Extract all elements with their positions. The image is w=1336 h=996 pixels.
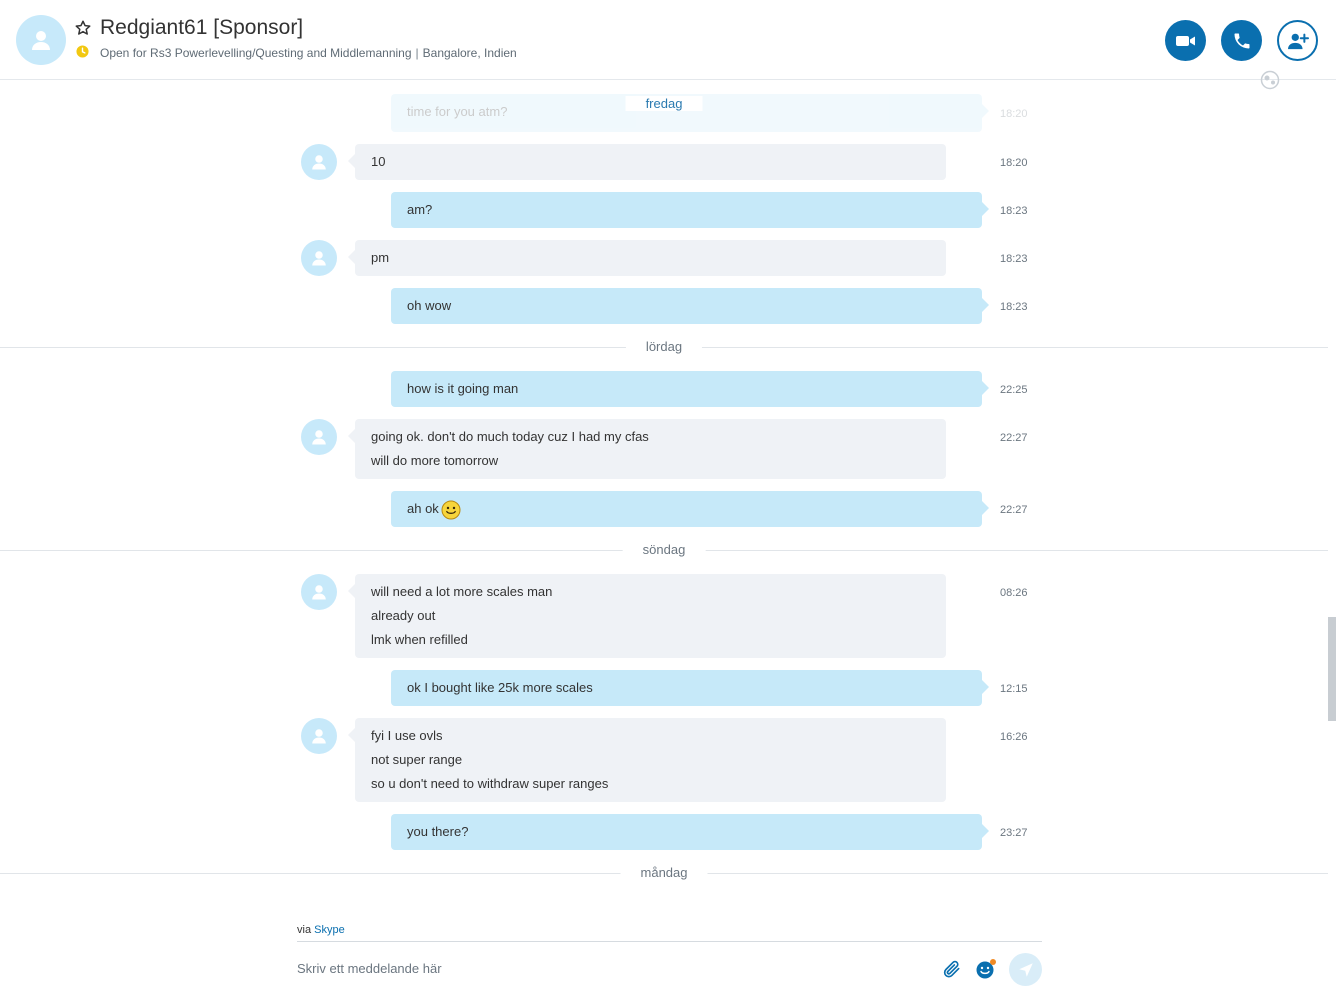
message-time: 18:23 [1000, 253, 1028, 265]
contact-name[interactable]: Redgiant61 [Sponsor] [100, 16, 303, 40]
emoticon-button[interactable] [975, 958, 997, 980]
voice-call-icon [1234, 33, 1249, 48]
message-text: ah ok [407, 501, 439, 516]
day-divider: söndag [0, 540, 1328, 560]
send-icon [1018, 962, 1033, 977]
message-bubble-outgoing[interactable]: oh wow [391, 288, 989, 324]
video-call-button[interactable] [1165, 20, 1206, 61]
message-text: not super range [371, 752, 463, 767]
voice-call-button[interactable] [1221, 20, 1262, 61]
avatar-icon [312, 430, 326, 445]
day-label: fredag [625, 96, 703, 111]
message-time: 22:27 [1000, 432, 1028, 444]
day-label: måndag [620, 865, 708, 880]
message-bubble-outgoing[interactable]: you there? [391, 814, 989, 850]
mood-separator: | [415, 46, 419, 60]
via-prefix: via [297, 924, 312, 936]
away-clock-icon [76, 45, 89, 58]
avatar-icon [32, 31, 50, 50]
mood-message: Open for Rs3 Powerlevelling/Questing and… [100, 46, 517, 60]
message-text: will need a lot more scales man [371, 584, 553, 599]
avatar-icon [312, 729, 326, 744]
message-time: 16:26 [1000, 731, 1028, 743]
message-text: so u don't need to withdraw super ranges [371, 776, 609, 791]
message-text: ok I bought like 25k more scales [407, 680, 593, 695]
message-time: 18:23 [1000, 205, 1028, 217]
message-time: 08:26 [1000, 587, 1028, 599]
message-bubble-incoming[interactable]: pm [348, 240, 946, 276]
message-bubble-outgoing[interactable]: am? [391, 192, 989, 228]
via-service[interactable]: Skype [314, 924, 345, 936]
message-time: 22:25 [1000, 384, 1028, 396]
add-contact-icon [1287, 33, 1309, 49]
day-label: lördag [625, 339, 703, 354]
message-bubble-outgoing[interactable]: ah ok [391, 491, 989, 527]
message-text: lmk when refilled [371, 632, 468, 647]
message-text: going ok. don't do much today cuz I had … [371, 429, 649, 444]
message-time: 12:15 [1000, 683, 1028, 695]
contact-location: Bangalore, Indien [422, 46, 517, 60]
message-time: 22:27 [1000, 504, 1028, 516]
sender-avatar[interactable] [301, 574, 337, 610]
message-text: 10 [371, 154, 386, 169]
sender-avatar[interactable] [301, 419, 337, 455]
message-input[interactable] [297, 955, 917, 981]
mood-text: Open for Rs3 Powerlevelling/Questing and… [100, 46, 412, 60]
message-text: you there? [407, 824, 469, 839]
message-text: how is it going man [407, 381, 519, 396]
sender-avatar[interactable] [301, 144, 337, 180]
avatar-icon [312, 585, 326, 600]
message-text: fyi I use ovls [371, 728, 443, 743]
avatar-icon [312, 155, 326, 170]
compose-divider [297, 941, 1042, 942]
message-bubble-incoming[interactable]: fyi I use ovls not super range so u don'… [348, 718, 946, 802]
scrollbar-thumb[interactable] [1328, 617, 1336, 721]
day-divider: måndag [0, 863, 1328, 883]
sender-avatar[interactable] [301, 240, 337, 276]
message-bubble-incoming[interactable]: going ok. don't do much today cuz I had … [348, 419, 946, 479]
message-text: oh wow [407, 298, 452, 313]
send-button[interactable] [1009, 953, 1042, 986]
emoticon-icon [976, 959, 996, 979]
day-divider: fredag [0, 94, 1328, 114]
smiley-icon [441, 500, 461, 520]
message-text: am? [407, 202, 433, 217]
attach-icon [943, 960, 960, 978]
add-participant-button[interactable] [1277, 20, 1318, 61]
conversation-header: Redgiant61 [Sponsor] Open for Rs3 Powerl… [0, 0, 1336, 90]
message-time: 23:27 [1000, 827, 1028, 839]
message-text-row: ah ok [407, 497, 966, 521]
message-bubble-outgoing[interactable]: how is it going man [391, 371, 989, 407]
sender-avatar[interactable] [301, 718, 337, 754]
message-bubble-outgoing[interactable]: ok I bought like 25k more scales [391, 670, 989, 706]
day-divider: lördag [0, 337, 1328, 357]
message-bubble-incoming[interactable]: 10 [348, 144, 946, 180]
video-call-icon [1175, 35, 1195, 46]
message-time: 18:20 [1000, 157, 1028, 169]
attach-button[interactable] [941, 958, 963, 980]
message-history[interactable]: time for you atm? 18:20 fredag 10 18:20 … [0, 81, 1328, 901]
message-text: already out [371, 608, 436, 623]
message-text: will do more tomorrow [371, 453, 499, 468]
day-label: söndag [622, 542, 706, 557]
contact-avatar[interactable] [16, 15, 66, 65]
avatar-icon [312, 251, 326, 266]
via-indicator: via Skype [297, 924, 345, 936]
message-bubble-incoming[interactable]: will need a lot more scales man already … [348, 574, 946, 658]
star-icon[interactable] [74, 19, 92, 37]
message-text: pm [371, 250, 390, 265]
message-time: 18:23 [1000, 301, 1028, 313]
